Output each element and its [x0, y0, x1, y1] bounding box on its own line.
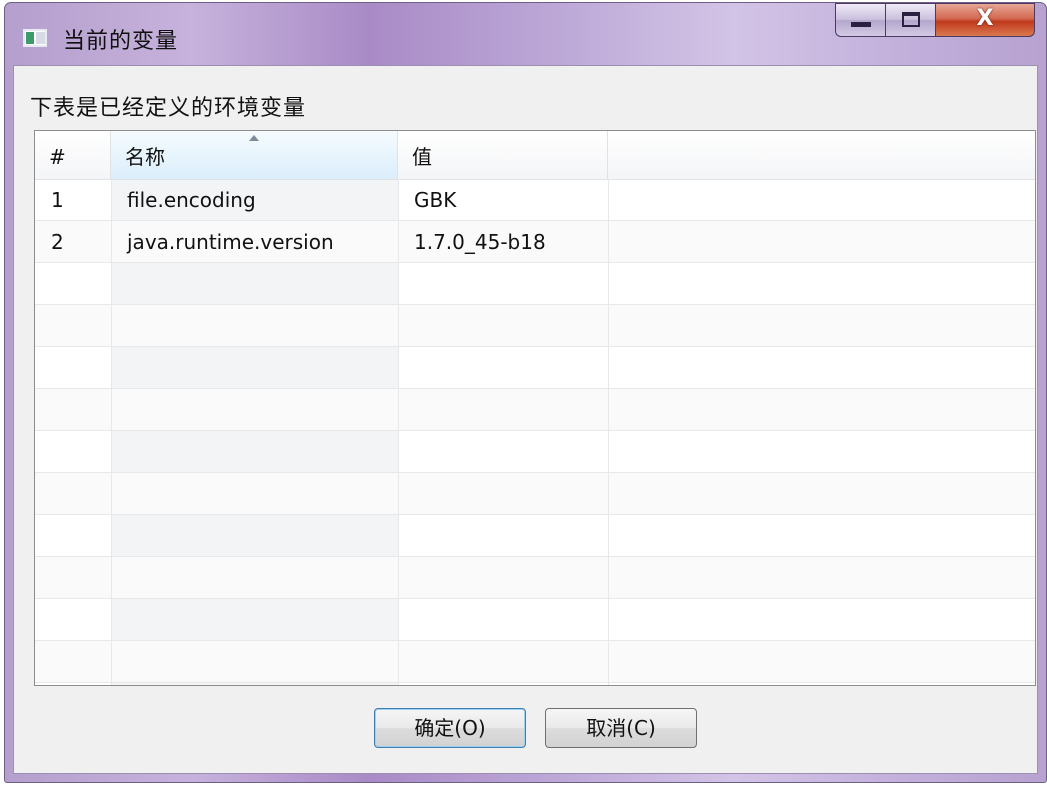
dialog-body: 下表是已经定义的环境变量 # 名称 值 1 file.encoding GBK — [13, 65, 1038, 774]
empty-row — [35, 557, 1035, 599]
table-body: 1 file.encoding GBK 2 java.runtime.versi… — [35, 179, 1035, 685]
column-divider — [608, 179, 609, 685]
close-icon: X — [976, 6, 994, 31]
cell-name: java.runtime.version — [127, 230, 334, 254]
column-header-index[interactable]: # — [35, 131, 111, 179]
description-label: 下表是已经定义的环境变量 — [30, 96, 307, 121]
empty-row — [35, 389, 1035, 431]
empty-row — [35, 347, 1035, 389]
empty-row — [35, 305, 1035, 347]
empty-row — [35, 263, 1035, 305]
empty-row — [35, 431, 1035, 473]
column-header-filler — [608, 131, 1035, 179]
column-header-value[interactable]: 值 — [398, 131, 608, 179]
table-header: # 名称 值 — [35, 131, 1035, 180]
minimize-button[interactable] — [835, 3, 885, 37]
cell-index: 1 — [51, 188, 64, 212]
variables-table[interactable]: # 名称 值 1 file.encoding GBK 2 java.runtim… — [34, 130, 1036, 686]
column-header-name-label: 名称 — [125, 145, 165, 169]
cell-value: GBK — [414, 188, 457, 212]
cell-index: 2 — [51, 230, 64, 254]
cell-name: file.encoding — [127, 188, 256, 212]
maximize-button[interactable] — [885, 3, 935, 37]
window-title: 当前的变量 — [63, 29, 179, 54]
title-bar[interactable]: 当前的变量 X — [5, 3, 1046, 65]
table-row[interactable]: 2 java.runtime.version 1.7.0_45-b18 — [35, 221, 1035, 263]
sort-ascending-icon — [249, 135, 259, 141]
empty-row — [35, 473, 1035, 515]
column-divider — [111, 179, 112, 685]
empty-row — [35, 641, 1035, 683]
cancel-button[interactable]: 取消(C) — [545, 708, 697, 748]
dialog-window: 当前的变量 X 下表是已经定义的环境变量 # 名称 值 1 file.encod… — [4, 2, 1047, 783]
column-header-name[interactable]: 名称 — [111, 131, 398, 179]
app-window-icon — [23, 29, 47, 47]
column-divider — [398, 179, 399, 685]
maximize-icon — [902, 12, 920, 27]
minimize-icon — [851, 22, 871, 27]
table-row[interactable]: 1 file.encoding GBK — [35, 179, 1035, 221]
empty-row — [35, 515, 1035, 557]
ok-button[interactable]: 确定(O) — [374, 708, 526, 748]
cell-value: 1.7.0_45-b18 — [414, 230, 546, 254]
empty-row — [35, 599, 1035, 641]
close-button[interactable]: X — [935, 3, 1035, 37]
